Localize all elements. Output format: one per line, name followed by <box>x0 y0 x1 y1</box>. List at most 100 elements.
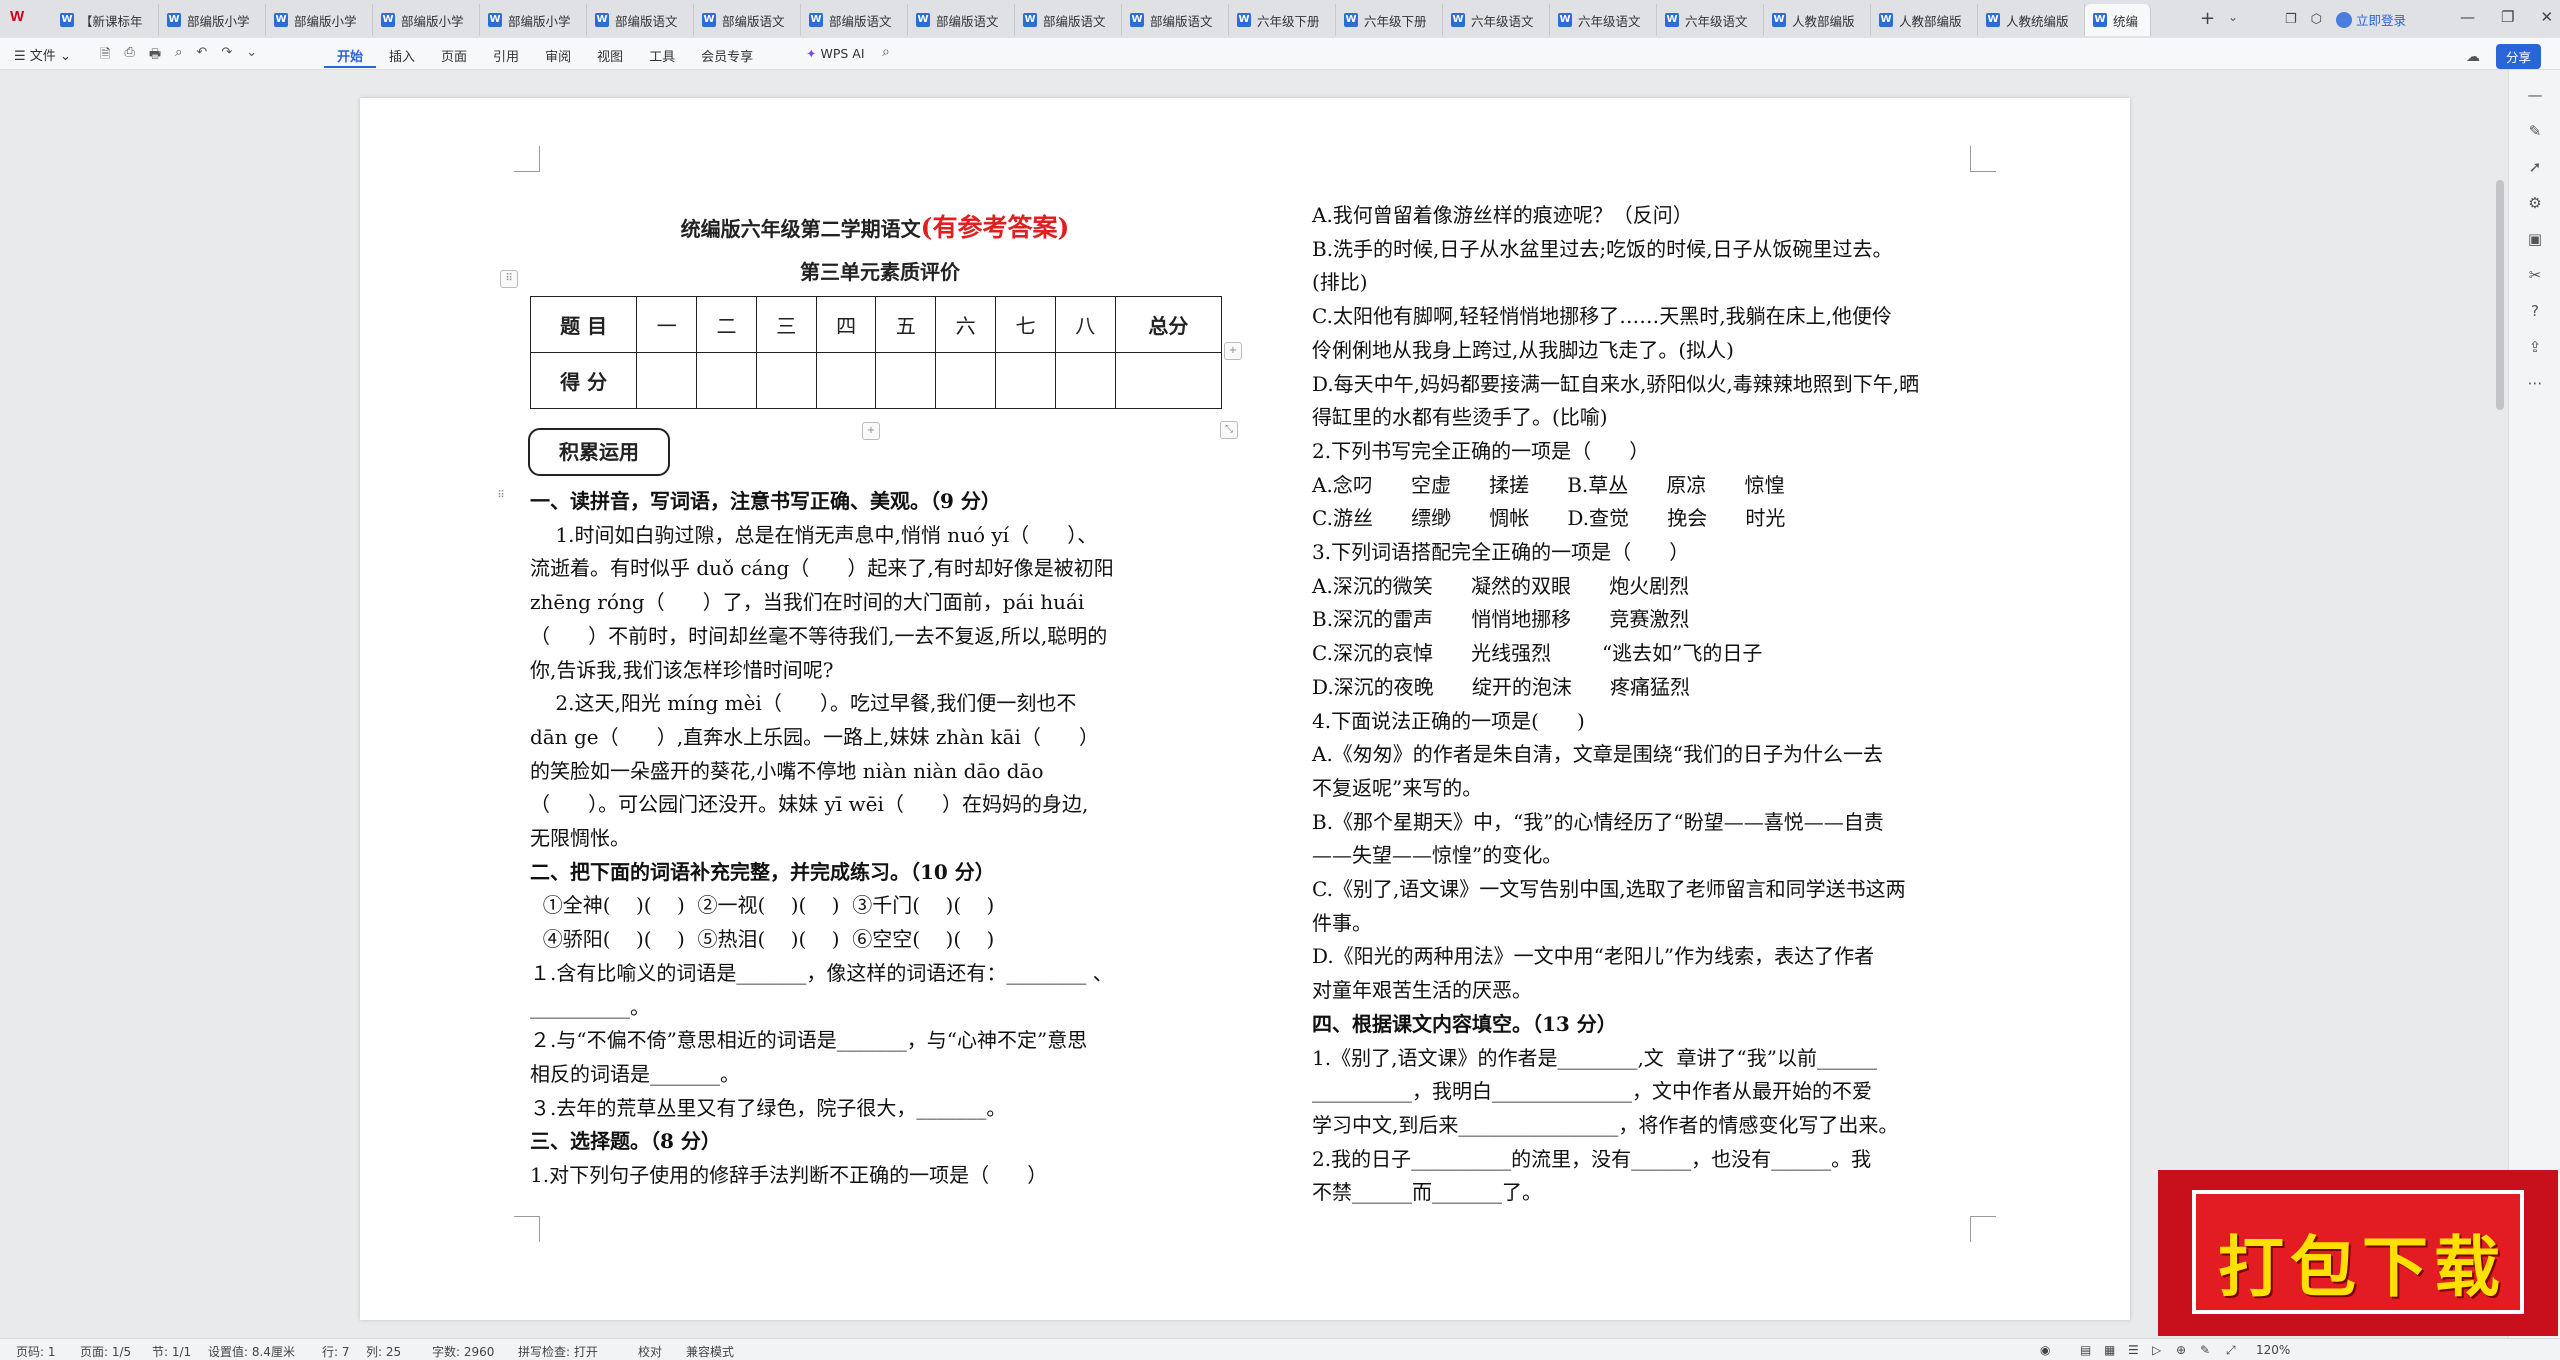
text-line[interactable]: ①全神( )( ) ②一视( )( ) ③千门( )( ) <box>530 888 995 922</box>
help-icon[interactable]: ? <box>2525 302 2545 320</box>
ribbon-tab[interactable]: 审阅 <box>532 46 584 68</box>
save-icon[interactable]: 🗎 <box>100 45 110 67</box>
section-heading[interactable]: 四、根据课文内容填空。（13 分） <box>1312 1007 1617 1041</box>
print-icon[interactable]: 🖶 <box>149 45 161 67</box>
text-line[interactable]: D.深沉的夜晚 绽开的泡沫 疼痛猛烈 <box>1312 670 1690 704</box>
add-row-icon[interactable]: + <box>862 422 880 440</box>
text-line[interactable]: 不禁______而_______了。 <box>1312 1175 1542 1209</box>
ribbon-tab[interactable]: 页面 <box>428 46 480 68</box>
table-header-cell[interactable]: 三 <box>755 296 817 353</box>
text-line[interactable]: 4.下面说法正确的一项是( ) <box>1312 704 1585 738</box>
share-doc-icon[interactable]: ⇪ <box>2525 338 2545 356</box>
text-line[interactable]: (排比) <box>1312 265 1368 299</box>
outline-view-icon[interactable]: ☰ <box>2128 1343 2139 1357</box>
table-cell[interactable] <box>636 352 698 409</box>
document-tab[interactable]: W 【新课标年 <box>52 4 159 36</box>
text-line[interactable]: ——失望——惊惶”的变化。 <box>1312 838 1562 872</box>
text-line[interactable]: dān ge（ ）,直奔水上乐园。一路上,妹妹 zhàn kāi（ ） <box>530 720 1099 754</box>
table-header-cell[interactable]: 五 <box>875 296 937 353</box>
text-line[interactable]: B.《那个星期天》中，“我”的心情经历了“盼望——喜悦——自责 <box>1312 805 1884 839</box>
text-line[interactable]: A.念叼 空虚 揉搓 B.草丛 原凉 惊惶 <box>1312 468 1785 502</box>
document-page[interactable]: 统编版六年级第二学期语文(有参考答案) 第三单元素质评价 ⠿ 题 目一二三四五六… <box>360 98 2130 1320</box>
ribbon-tab[interactable]: 引用 <box>480 46 532 68</box>
document-tab[interactable]: W 六年级语文 <box>1443 4 1550 36</box>
section-heading[interactable]: 三、选择题。（8 分） <box>530 1124 721 1158</box>
eye-protect-icon[interactable]: ◉ <box>2040 1343 2050 1357</box>
close-icon[interactable]: ✕ <box>2540 8 2553 26</box>
text-line[interactable]: 无限惆怅。 <box>530 821 630 855</box>
word-count[interactable]: 字数: 2960 <box>432 1343 494 1360</box>
wps-logo-icon[interactable]: W <box>10 8 40 30</box>
text-line[interactable]: ３.去年的荒草丛里又有了绿色，院子很大，_______。 <box>530 1091 1006 1125</box>
table-move-handle[interactable]: ⠿ <box>500 270 518 288</box>
table-header-cell[interactable]: 题 目 <box>529 296 638 353</box>
spell-check[interactable]: 拼写检查: 打开 <box>518 1343 598 1360</box>
table-cell[interactable]: 得 分 <box>529 352 638 409</box>
image-icon[interactable]: ▣ <box>2525 230 2545 248</box>
text-line[interactable]: 1.对下列句子使用的修辞手法判断不正确的一项是（ ） <box>530 1158 1047 1192</box>
tools-icon[interactable]: ✂ <box>2525 266 2545 284</box>
text-line[interactable]: 对童年艰苦生活的厌恶。 <box>1312 973 1532 1007</box>
wps-ai-button[interactable]: ✦ WPS AI <box>806 46 865 61</box>
web-view-icon[interactable]: ▦ <box>2104 1343 2115 1357</box>
document-tab[interactable]: W 六年级下册 <box>1229 4 1336 36</box>
document-tab[interactable]: W 部编版语文 <box>694 4 801 36</box>
ribbon-tab[interactable]: 开始 <box>324 46 377 68</box>
table-header-cell[interactable]: 总分 <box>1114 296 1223 353</box>
text-line[interactable]: C.太阳他有脚啊,轻轻悄悄地挪移了……天黑时,我躺在床上,他便伶 <box>1312 299 1892 333</box>
more-chevron-icon[interactable]: ⌄ <box>246 45 257 67</box>
document-canvas[interactable]: 统编版六年级第二学期语文(有参考答案) 第三单元素质评价 ⠿ 题 目一二三四五六… <box>0 70 2560 1338</box>
document-tab[interactable]: W 六年级语文 <box>1550 4 1657 36</box>
document-tab[interactable]: W 部编版语文 <box>1122 4 1229 36</box>
table-cell[interactable] <box>755 352 817 409</box>
table-header-cell[interactable]: 一 <box>636 296 698 353</box>
document-tab[interactable]: W 部编版语文 <box>908 4 1015 36</box>
document-tab[interactable]: W 部编版语文 <box>801 4 908 36</box>
redo-icon[interactable]: ↷ <box>221 45 232 67</box>
text-line[interactable]: 伶俐俐地从我身上跨过,从我脚边飞走了。(拟人) <box>1312 333 1734 367</box>
section-heading[interactable]: 一、读拼音，写词语，注意书写正确、美观。（9 分） <box>530 484 1001 518</box>
text-line[interactable]: __________。 <box>530 990 650 1024</box>
vertical-scrollbar[interactable] <box>2496 180 2504 410</box>
text-line[interactable]: A.《匆匆》的作者是朱自清，文章是围绕“我们的日子为什么一去 <box>1312 737 1883 771</box>
table-header-cell[interactable]: 八 <box>1054 296 1116 353</box>
document-tab[interactable]: W 人教部编版 <box>1871 4 1978 36</box>
ribbon-tab[interactable]: 会员专享 <box>688 46 766 68</box>
text-line[interactable]: ２.与“不偏不倚”意思相近的词语是_______，与“心神不定”意思 <box>530 1023 1087 1057</box>
text-line[interactable]: 1.时间如白驹过隙，总是在悄无声息中,悄悄 nuó yí（ ）、 <box>530 518 1097 552</box>
text-line[interactable]: 流逝着。有时似乎 duǒ cáng（ ）起来了,有时却好像是被初阳 <box>530 551 1114 585</box>
text-line[interactable]: C.游丝 缥缈 惆帐 D.查觉 挽会 时光 <box>1312 501 1785 535</box>
ribbon-tab[interactable]: 插入 <box>376 46 428 68</box>
text-line[interactable]: （ ）不前时，时间却丝毫不等待我们,一去不复返,所以,聪明的 <box>530 619 1107 653</box>
text-line[interactable]: 2.我的日子__________的流里，没有______，也没有______。我 <box>1312 1142 1871 1176</box>
cube-icon[interactable]: ⬡ <box>2311 12 2322 27</box>
new-tab-icon[interactable]: + <box>2200 8 2215 29</box>
paragraph-handle[interactable]: ⠿ <box>492 488 510 506</box>
restore-icon[interactable]: ❐ <box>2501 8 2514 26</box>
document-tab[interactable]: W 部编版小学 <box>373 4 480 36</box>
document-tab[interactable]: W 部编版语文 <box>587 4 694 36</box>
pencil-status-icon[interactable]: ✎ <box>2200 1343 2210 1357</box>
table-cell[interactable] <box>815 352 877 409</box>
text-line[interactable]: 2.这天,阳光 míng mèi（ ）。吃过早餐,我们便一刻也不 <box>530 686 1076 720</box>
pages-count[interactable]: 页面: 1/5 <box>80 1343 131 1360</box>
globe-icon[interactable]: ⊕ <box>2176 1343 2186 1357</box>
page-view-icon[interactable]: ▤ <box>2080 1343 2091 1357</box>
document-tab[interactable]: W 部编版语文 <box>1015 4 1122 36</box>
text-line[interactable]: D.《阳光的两种用法》一文中用“老阳儿”作为线索，表达了作者 <box>1312 939 1874 973</box>
text-line[interactable]: 的笑脸如一朵盛开的葵花,小嘴不停地 niàn niàn dāo dāo <box>530 754 1044 788</box>
table-header-cell[interactable]: 四 <box>815 296 877 353</box>
table-cell[interactable] <box>935 352 997 409</box>
text-line[interactable]: D.每天中午,妈妈都要接满一缸自来水,骄阳似火,毒辣辣地照到下午,晒 <box>1312 367 1919 401</box>
document-tab[interactable]: W 部编版小学 <box>480 4 587 36</box>
text-line[interactable]: C.《别了,语文课》一文写告别中国,选取了老师留言和同学送书这两 <box>1312 872 1906 906</box>
pen-icon[interactable]: ✎ <box>2525 122 2545 140</box>
text-line[interactable]: B.深沉的雷声 悄悄地挪移 竞赛激烈 <box>1312 602 1689 636</box>
document-tab[interactable]: W 人教部编版 <box>1764 4 1871 36</box>
login-button[interactable]: 立即登录 <box>2336 10 2406 29</box>
text-line[interactable]: A.深沉的微笑 凝然的双眼 炮火剧烈 <box>1312 569 1689 603</box>
adjust-icon[interactable]: ⚙ <box>2525 194 2545 212</box>
table-header-cell[interactable]: 六 <box>935 296 997 353</box>
fit-icon[interactable]: ⤢ <box>2226 1343 2236 1358</box>
table-header-cell[interactable]: 二 <box>696 296 757 353</box>
